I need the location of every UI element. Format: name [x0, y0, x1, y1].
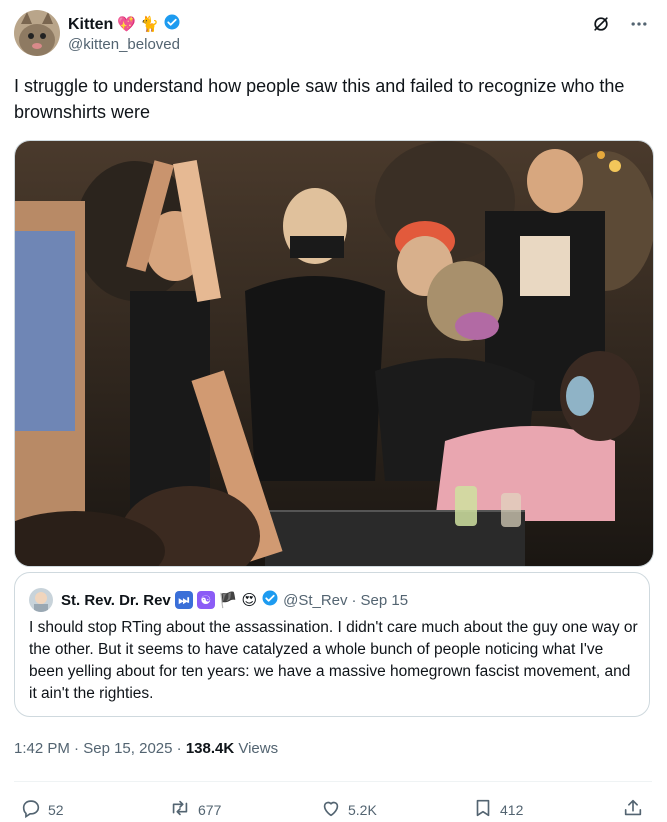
header-actions	[591, 14, 649, 39]
more-icon[interactable]	[629, 14, 649, 39]
author-avatar[interactable]	[14, 10, 60, 56]
meta-dot: ·	[74, 740, 80, 757]
bookmark-icon	[472, 797, 494, 822]
quote-display-name[interactable]: St. Rev. Dr. Rev	[61, 592, 171, 609]
reply-button[interactable]: 52	[20, 797, 64, 822]
cat-emoji: 🐈	[140, 16, 159, 33]
quote-separator: ·	[351, 591, 357, 609]
quote-handle[interactable]: @St_Rev	[283, 592, 347, 609]
like-count: 5.2K	[348, 801, 377, 818]
divider	[14, 781, 652, 782]
tweet-time[interactable]: 1:42 PM	[14, 740, 70, 757]
quote-verified-badge-icon[interactable]	[261, 589, 279, 611]
tweet-date[interactable]: Sep 15, 2025	[83, 740, 172, 757]
black-flag-emoji: 🏴	[218, 591, 238, 609]
heart-eyes-emoji: 😍	[241, 591, 258, 609]
author-display-name[interactable]: Kitten	[68, 16, 113, 34]
quoted-tweet[interactable]: St. Rev. Dr. Rev ⏭ ☯ 🏴 😍 @St_Rev · Sep 1…	[14, 572, 650, 717]
verified-badge-icon[interactable]	[163, 13, 181, 36]
author-name-row: Kitten 💖 🐈	[68, 13, 181, 36]
repost-count: 677	[198, 801, 222, 818]
meta-dot-2: ·	[176, 740, 182, 757]
author-handle[interactable]: @kitten_beloved	[68, 36, 180, 53]
quote-date[interactable]: Sep 15	[361, 592, 409, 609]
quote-text: I should stop RTing about the assassinat…	[29, 619, 638, 702]
reply-icon	[20, 797, 42, 822]
share-icon	[622, 797, 644, 822]
grok-icon[interactable]	[591, 14, 611, 39]
views-label: Views	[238, 740, 279, 757]
like-button[interactable]: 5.2K	[320, 797, 377, 822]
next-track-emoji: ⏭	[174, 591, 193, 609]
bookmark-count: 412	[500, 801, 524, 818]
tweet-text: I struggle to understand how people saw …	[14, 76, 625, 122]
tweet-meta: 1:42 PM · Sep 15, 2025 · 138.4K Views	[14, 740, 278, 757]
quote-header: St. Rev. Dr. Rev ⏭ ☯ 🏴 😍 @St_Rev · Sep 1…	[61, 589, 408, 611]
share-button[interactable]	[622, 797, 644, 822]
tweet-photo[interactable]	[14, 140, 654, 567]
repost-button[interactable]: 677	[168, 797, 221, 822]
like-icon	[320, 797, 342, 822]
bookmark-button[interactable]: 412	[472, 797, 523, 822]
reply-count: 52	[48, 801, 64, 818]
quote-author-avatar[interactable]	[29, 588, 53, 612]
heart-emoji: 💖	[117, 16, 137, 33]
yin-yang-emoji: ☯	[196, 591, 215, 609]
repost-icon	[168, 797, 192, 822]
views-count: 138.4K	[185, 740, 235, 757]
